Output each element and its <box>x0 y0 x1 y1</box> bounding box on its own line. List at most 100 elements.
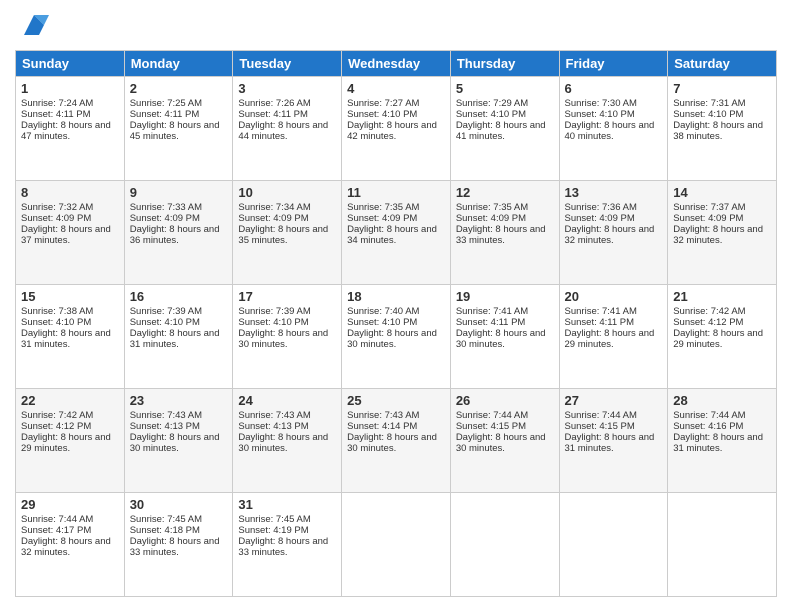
sunset-text: Sunset: 4:09 PM <box>21 213 119 224</box>
logo <box>15 15 49 40</box>
sunset-text: Sunset: 4:10 PM <box>347 317 445 328</box>
daylight-text: Daylight: 8 hours and 38 minutes. <box>673 120 771 142</box>
calendar-cell: 13Sunrise: 7:36 AMSunset: 4:09 PMDayligh… <box>559 181 668 285</box>
day-number: 18 <box>347 289 445 304</box>
calendar-cell: 24 Sunrise: 7:43 AMSunset: 4:13 PMDayligh… <box>233 389 342 493</box>
sunset-text: Sunset: 4:09 PM <box>238 213 336 224</box>
sunrise-text: Sunrise: 7:30 AM <box>565 98 663 109</box>
day-number: 4 <box>347 81 445 96</box>
calendar: SundayMondayTuesdayWednesdayThursdayFrid… <box>15 50 777 597</box>
day-number: 11 <box>347 185 445 200</box>
calendar-cell <box>559 493 668 597</box>
sunrise-text: Sunrise: 7:44 AM <box>21 514 119 525</box>
calendar-cell: 25Sunrise: 7:43 AMSunset: 4:14 PMDayligh… <box>342 389 451 493</box>
page: SundayMondayTuesdayWednesdayThursdayFrid… <box>0 0 792 612</box>
sunset-text: Sunset: 4:10 PM <box>347 109 445 120</box>
sunset-text: Sunset: 4:09 PM <box>565 213 663 224</box>
sunrise-text: Sunrise: 7:27 AM <box>347 98 445 109</box>
daylight-text: Daylight: 8 hours and 29 minutes. <box>565 328 663 350</box>
sunrise-text: Sunrise: 7:34 AM <box>238 202 336 213</box>
sunset-text: Sunset: 4:18 PM <box>130 525 228 536</box>
sunrise-text: Sunrise: 7:25 AM <box>130 98 228 109</box>
daylight-text: Daylight: 8 hours and 31 minutes. <box>673 432 771 454</box>
sunrise-text: Sunrise: 7:45 AM <box>238 514 336 525</box>
calendar-cell: 17Sunrise: 7:39 AMSunset: 4:10 PMDayligh… <box>233 285 342 389</box>
week-row-4: 22Sunrise: 7:42 AMSunset: 4:12 PMDayligh… <box>16 389 777 493</box>
daylight-text: Daylight: 8 hours and 42 minutes. <box>347 120 445 142</box>
weekday-header-wednesday: Wednesday <box>342 51 451 77</box>
day-number: 19 <box>456 289 554 304</box>
daylight-text: Daylight: 8 hours and 33 minutes. <box>456 224 554 246</box>
calendar-cell <box>450 493 559 597</box>
calendar-cell: 22Sunrise: 7:42 AMSunset: 4:12 PMDayligh… <box>16 389 125 493</box>
day-number: 5 <box>456 81 554 96</box>
daylight-text: Daylight: 8 hours and 47 minutes. <box>21 120 119 142</box>
day-number: 2 <box>130 81 228 96</box>
sunset-text: Sunset: 4:19 PM <box>238 525 336 536</box>
daylight-text: Daylight: 8 hours and 29 minutes. <box>21 432 119 454</box>
daylight-text: Daylight: 8 hours and 37 minutes. <box>21 224 119 246</box>
weekday-header-monday: Monday <box>124 51 233 77</box>
calendar-cell: 7 Sunrise: 7:31 AMSunset: 4:10 PMDaylight… <box>668 77 777 181</box>
header <box>15 15 777 40</box>
sunrise-text: Sunrise: 7:44 AM <box>673 410 771 421</box>
sunrise-text: Sunrise: 7:40 AM <box>347 306 445 317</box>
calendar-cell: 3Sunrise: 7:26 AMSunset: 4:11 PMDaylight… <box>233 77 342 181</box>
day-number: 28 <box>673 393 771 408</box>
sunset-text: Sunset: 4:12 PM <box>673 317 771 328</box>
day-number: 12 <box>456 185 554 200</box>
daylight-text: Daylight: 8 hours and 30 minutes. <box>238 432 336 454</box>
calendar-cell: 5Sunrise: 7:29 AMSunset: 4:10 PMDaylight… <box>450 77 559 181</box>
day-number: 20 <box>565 289 663 304</box>
calendar-cell: 23Sunrise: 7:43 AMSunset: 4:13 PMDayligh… <box>124 389 233 493</box>
day-number: 1 <box>21 81 119 96</box>
calendar-cell: 21Sunrise: 7:42 AMSunset: 4:12 PMDayligh… <box>668 285 777 389</box>
day-number: 29 <box>21 497 119 512</box>
sunset-text: Sunset: 4:13 PM <box>238 421 336 432</box>
daylight-text: Daylight: 8 hours and 33 minutes. <box>130 536 228 558</box>
weekday-header-saturday: Saturday <box>668 51 777 77</box>
day-number: 21 <box>673 289 771 304</box>
weekday-header-row: SundayMondayTuesdayWednesdayThursdayFrid… <box>16 51 777 77</box>
sunset-text: Sunset: 4:11 PM <box>21 109 119 120</box>
day-number: 6 <box>565 81 663 96</box>
sunrise-text: Sunrise: 7:24 AM <box>21 98 119 109</box>
day-number: 16 <box>130 289 228 304</box>
sunset-text: Sunset: 4:15 PM <box>456 421 554 432</box>
daylight-text: Daylight: 8 hours and 33 minutes. <box>238 536 336 558</box>
sunset-text: Sunset: 4:11 PM <box>565 317 663 328</box>
sunset-text: Sunset: 4:10 PM <box>456 109 554 120</box>
sunset-text: Sunset: 4:09 PM <box>347 213 445 224</box>
week-row-5: 29Sunrise: 7:44 AMSunset: 4:17 PMDayligh… <box>16 493 777 597</box>
sunset-text: Sunset: 4:12 PM <box>21 421 119 432</box>
logo-icon <box>19 10 49 40</box>
daylight-text: Daylight: 8 hours and 45 minutes. <box>130 120 228 142</box>
sunrise-text: Sunrise: 7:43 AM <box>238 410 336 421</box>
daylight-text: Daylight: 8 hours and 44 minutes. <box>238 120 336 142</box>
sunrise-text: Sunrise: 7:31 AM <box>673 98 771 109</box>
daylight-text: Daylight: 8 hours and 41 minutes. <box>456 120 554 142</box>
sunrise-text: Sunrise: 7:41 AM <box>565 306 663 317</box>
daylight-text: Daylight: 8 hours and 40 minutes. <box>565 120 663 142</box>
calendar-cell: 30Sunrise: 7:45 AMSunset: 4:18 PMDayligh… <box>124 493 233 597</box>
sunset-text: Sunset: 4:16 PM <box>673 421 771 432</box>
week-row-1: 1Sunrise: 7:24 AMSunset: 4:11 PMDaylight… <box>16 77 777 181</box>
weekday-header-thursday: Thursday <box>450 51 559 77</box>
daylight-text: Daylight: 8 hours and 30 minutes. <box>347 432 445 454</box>
sunrise-text: Sunrise: 7:45 AM <box>130 514 228 525</box>
sunset-text: Sunset: 4:09 PM <box>673 213 771 224</box>
calendar-cell: 27Sunrise: 7:44 AMSunset: 4:15 PMDayligh… <box>559 389 668 493</box>
daylight-text: Daylight: 8 hours and 30 minutes. <box>456 328 554 350</box>
daylight-text: Daylight: 8 hours and 30 minutes. <box>130 432 228 454</box>
sunset-text: Sunset: 4:10 PM <box>673 109 771 120</box>
day-number: 24 <box>238 393 336 408</box>
calendar-cell: 26Sunrise: 7:44 AMSunset: 4:15 PMDayligh… <box>450 389 559 493</box>
day-number: 13 <box>565 185 663 200</box>
day-number: 14 <box>673 185 771 200</box>
daylight-text: Daylight: 8 hours and 30 minutes. <box>456 432 554 454</box>
calendar-cell: 20 Sunrise: 7:41 AMSunset: 4:11 PMDayligh… <box>559 285 668 389</box>
sunrise-text: Sunrise: 7:44 AM <box>456 410 554 421</box>
sunrise-text: Sunrise: 7:43 AM <box>347 410 445 421</box>
day-number: 7 <box>673 81 771 96</box>
day-number: 23 <box>130 393 228 408</box>
